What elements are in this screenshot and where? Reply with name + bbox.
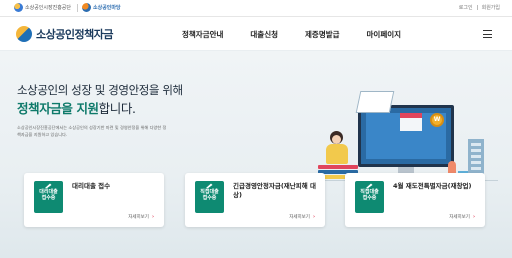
madang-logo-icon xyxy=(82,3,91,12)
nav-my-page[interactable]: 마이페이지 xyxy=(367,29,402,40)
hero-title-rest: 합니다. xyxy=(98,101,136,116)
person-illustration xyxy=(324,131,350,165)
card-badge-label: 대리대출 접수중 xyxy=(39,189,58,201)
chevron-right-icon: › xyxy=(151,214,154,220)
signup-link[interactable]: 회원가입 xyxy=(482,4,500,11)
card-more-link[interactable]: 자세히보기 › xyxy=(449,214,475,220)
card-title: 대리대출 접수 xyxy=(72,182,111,190)
hero-title-line1: 소상공인의 성장 및 경영안정을 위해 xyxy=(17,83,183,97)
org-divider xyxy=(77,3,79,12)
hero-title-line2: 정책자금을 지원합니다. xyxy=(17,98,136,117)
card-title: 긴급경영안정자금(재난피해 대상) xyxy=(233,182,316,199)
login-link[interactable]: 로그인 xyxy=(459,4,473,11)
nav-loan-application[interactable]: 대출신청 xyxy=(250,29,278,40)
logo-mark-icon xyxy=(16,26,32,42)
util-divider xyxy=(476,5,478,10)
won-coin-icon: W xyxy=(430,113,444,127)
card-more-label: 자세히보기 xyxy=(449,215,470,220)
card-badge: 대리대출 접수중 xyxy=(34,181,63,213)
org1-label: 소상공인시장진흥공단 xyxy=(25,5,72,11)
card-more-label: 자세히보기 xyxy=(128,215,149,220)
card-more-link[interactable]: 자세히보기 › xyxy=(128,214,154,220)
pencil-icon xyxy=(45,183,52,189)
chevron-right-icon: › xyxy=(472,214,475,220)
util-links: 로그인 회원가입 xyxy=(459,4,500,11)
org2-label: 소상공인마당 xyxy=(93,5,121,11)
card-more-label: 자세히보기 xyxy=(289,215,310,220)
chevron-right-icon: › xyxy=(312,214,315,220)
logo-text: 소상공인정책자금 xyxy=(36,28,113,41)
global-nav: 정책자금안내 대출신청 제증명발급 마이페이지 xyxy=(182,29,428,40)
pencil-icon xyxy=(366,183,373,189)
hero-title-highlight: 정책자금을 지원 xyxy=(17,101,99,116)
card-rechallenge-fund[interactable]: 직접대출 접수중 4월 재도전특별자금(재창업) 자세히보기 › xyxy=(345,173,485,227)
open-book-icon xyxy=(355,91,395,113)
org-link-sbiz[interactable]: 소상공인시장진흥공단 xyxy=(14,3,79,12)
card-badge-label: 직접대출 접수중 xyxy=(200,189,219,201)
pencil-icon xyxy=(206,183,213,189)
card-badge: 직접대출 접수중 xyxy=(195,181,224,213)
card-proxy-loan[interactable]: 대리대출 접수중 대리대출 접수 자세히보기 › xyxy=(24,173,164,227)
nav-certificate-issue[interactable]: 제증명발급 xyxy=(305,29,340,40)
top-utility-bar: 소상공인시장진흥공단 소상공인마당 로그인 회원가입 xyxy=(0,0,512,17)
card-badge: 직접대출 접수중 xyxy=(355,181,384,213)
site-logo[interactable]: 소상공인정책자금 xyxy=(16,26,113,42)
sbiz-logo-icon xyxy=(14,3,23,12)
card-emergency-fund[interactable]: 직접대출 접수중 긴급경영안정자금(재난피해 대상) 자세히보기 › xyxy=(185,173,325,227)
org-link-madang[interactable]: 소상공인마당 xyxy=(82,3,121,12)
hamburger-menu-icon[interactable] xyxy=(483,30,492,38)
card-more-link[interactable]: 자세히보기 › xyxy=(289,214,315,220)
card-badge-label: 직접대출 접수중 xyxy=(360,189,379,201)
main-header: 소상공인정책자금 정책자금안내 대출신청 제증명발급 마이페이지 xyxy=(0,17,512,51)
card-title: 4월 재도전특별자금(재창업) xyxy=(393,182,472,190)
hero-description: 소상공인시장진흥공단에서는 소상공인의 성장기반 마련 및 경영안정을 위해 다… xyxy=(17,125,167,137)
storefront-icon xyxy=(400,113,422,131)
nav-policy-fund-guide[interactable]: 정책자금안내 xyxy=(182,29,223,40)
